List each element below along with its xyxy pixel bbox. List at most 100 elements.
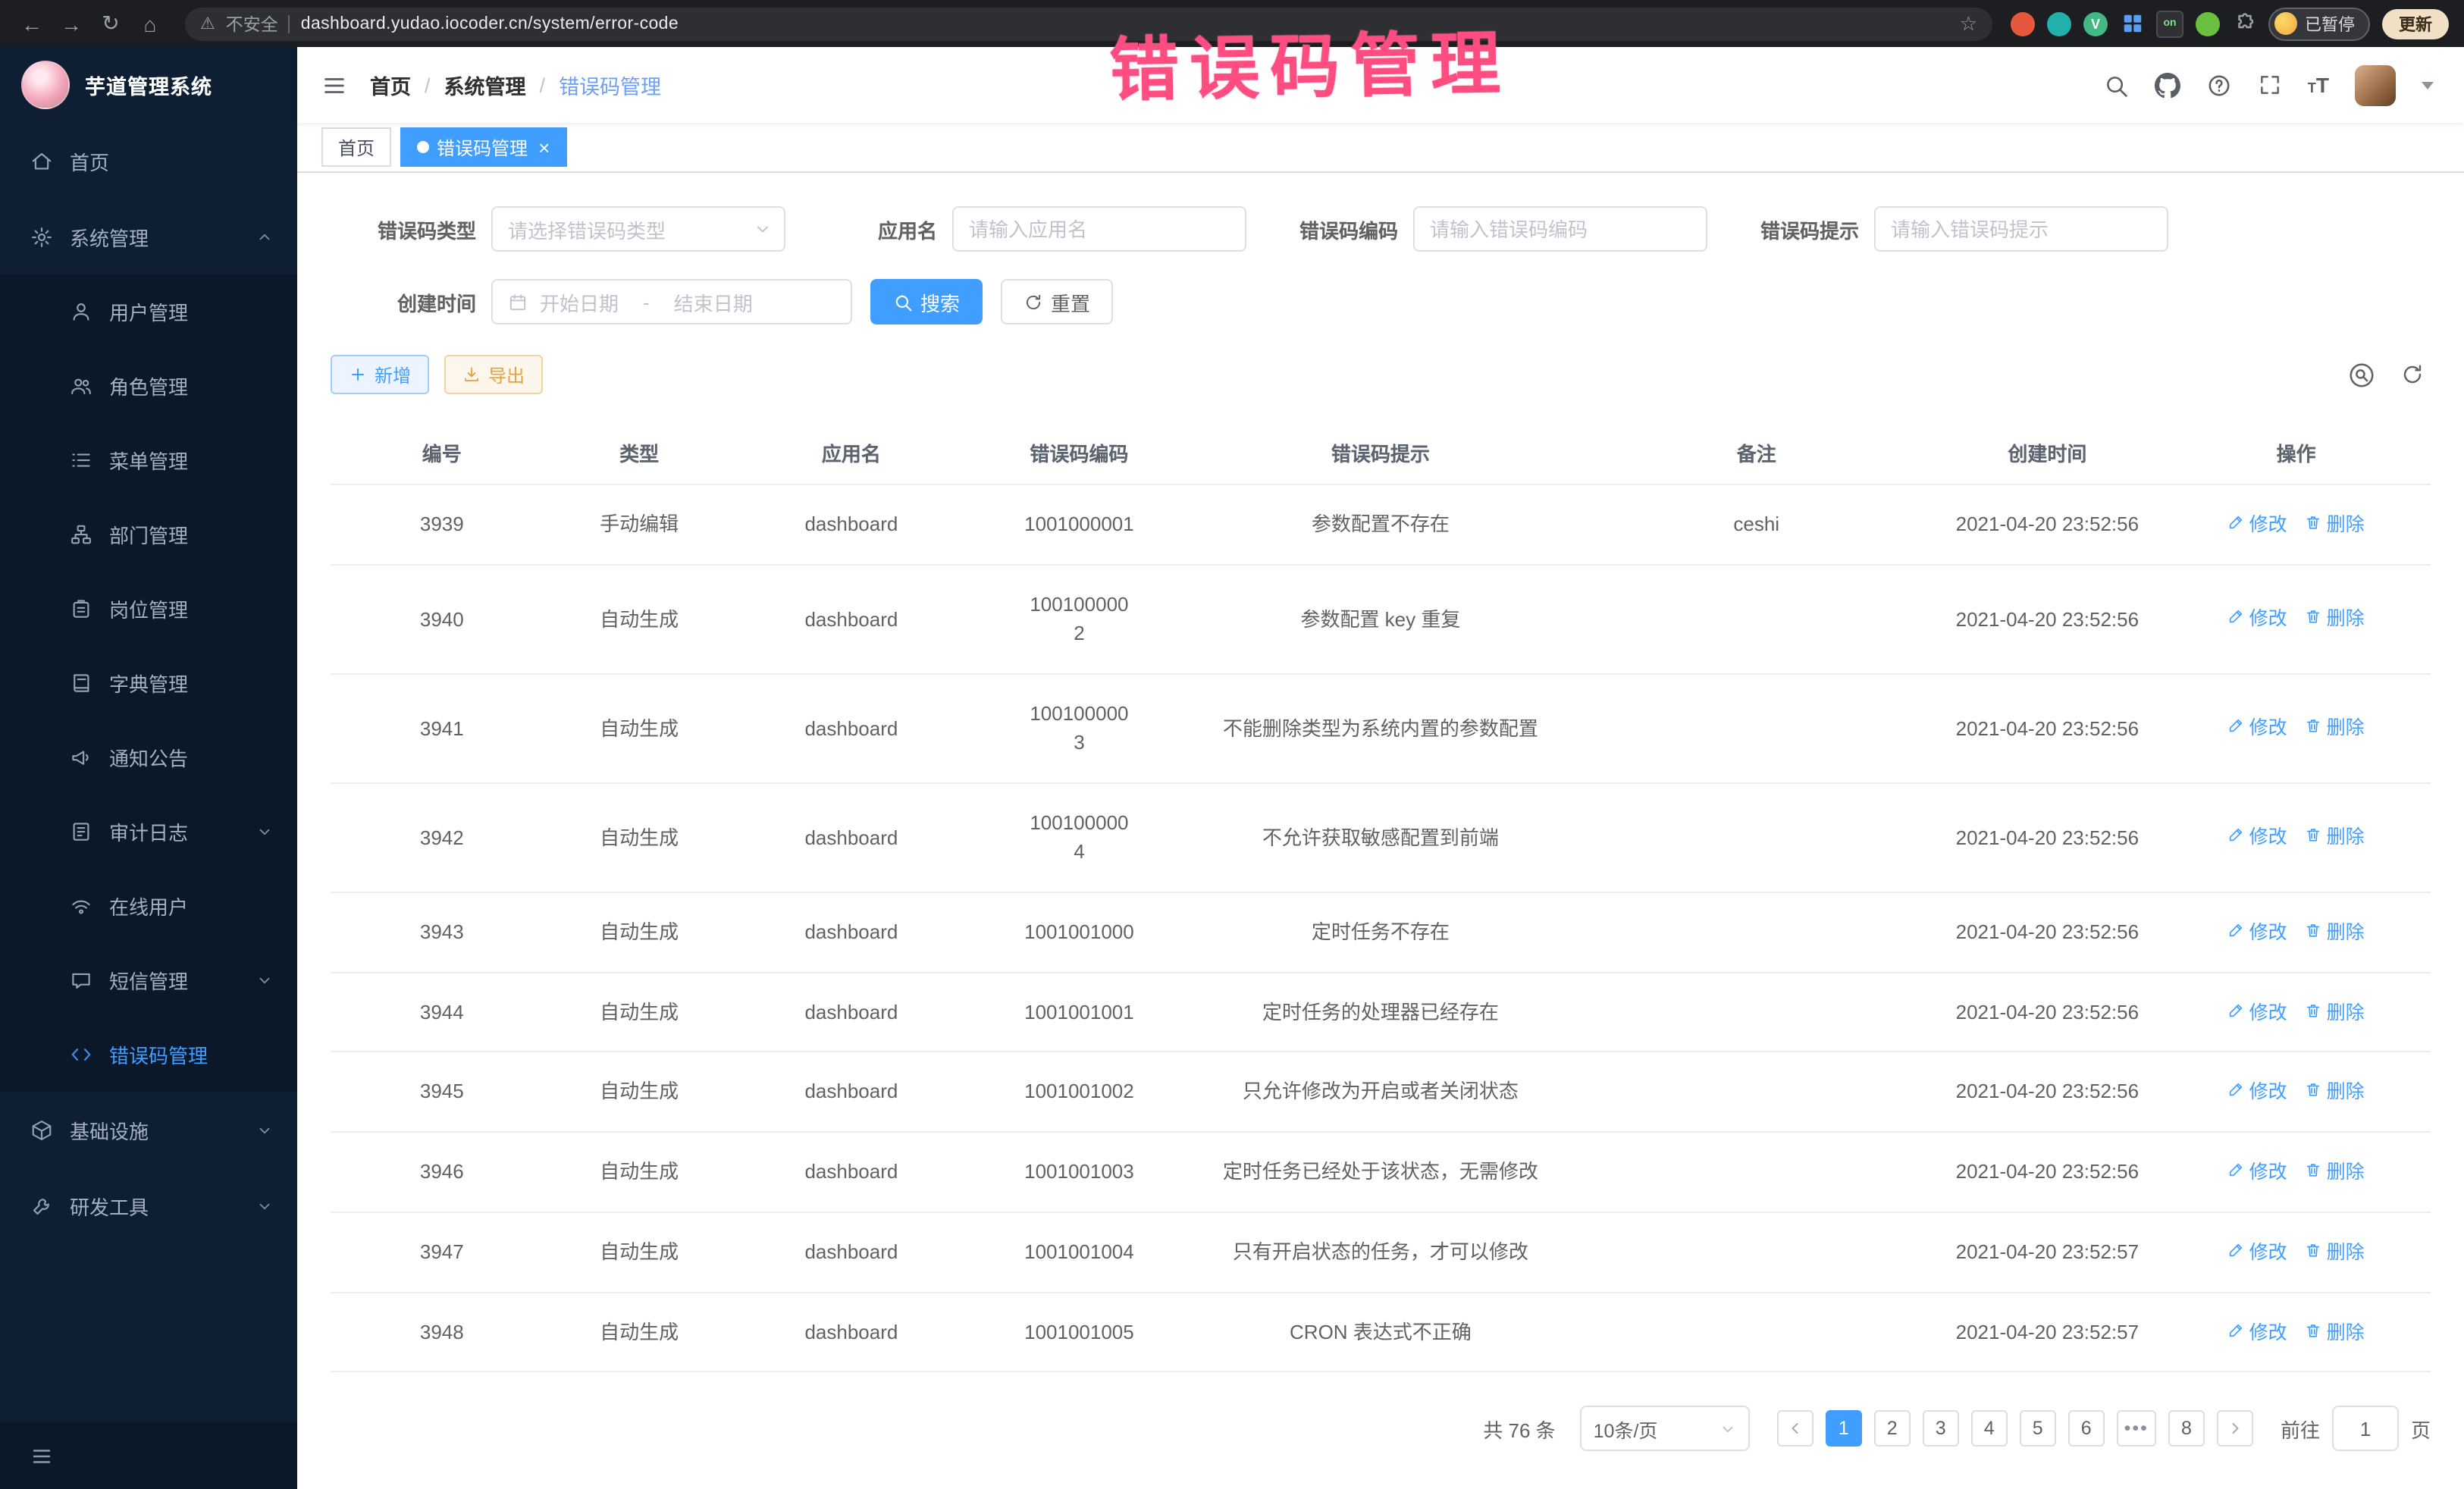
profile-chip[interactable]: 已暂停 (2268, 7, 2370, 40)
back-icon[interactable]: ← (15, 11, 49, 36)
extensions-puzzle-icon[interactable] (2232, 11, 2256, 36)
app-name-input[interactable] (952, 206, 1246, 252)
page-button-3[interactable]: 3 (1923, 1411, 1959, 1447)
sidebar-item-12[interactable]: 错误码管理 (0, 1017, 297, 1092)
cell-memo: ceshi (1580, 484, 1933, 565)
delete-link[interactable]: 删除 (2306, 1158, 2365, 1187)
breadcrumb-home[interactable]: 首页 (370, 70, 411, 100)
close-icon[interactable]: × (538, 137, 550, 157)
goto-page-input[interactable] (2332, 1406, 2399, 1452)
more-pages-button[interactable]: ••• (2117, 1411, 2156, 1447)
browser-home-icon[interactable]: ⌂ (133, 11, 167, 36)
edit-icon (2228, 998, 2245, 1027)
github-icon[interactable] (2155, 72, 2180, 98)
leaf-extension-icon[interactable] (2196, 11, 2220, 36)
bookmark-star-icon[interactable]: ☆ (1960, 11, 1977, 36)
page-button-2[interactable]: 2 (1874, 1411, 1911, 1447)
calendar-glyph-icon (508, 292, 528, 312)
edit-link[interactable]: 修改 (2228, 998, 2287, 1027)
reload-icon[interactable]: ↻ (94, 11, 127, 36)
page-button-4[interactable]: 4 (1971, 1411, 2008, 1447)
delete-link[interactable]: 删除 (2306, 511, 2365, 540)
sidebar-item-11[interactable]: 短信管理 (0, 943, 297, 1017)
column-header-0: 编号 (331, 422, 553, 484)
sidebar-item-4[interactable]: 菜单管理 (0, 423, 297, 497)
sidebar-footer[interactable] (0, 1422, 297, 1489)
browser-chrome: ← → ↻ ⌂ ⚠ 不安全 dashboard.yudao.iocoder.cn… (0, 0, 2464, 47)
delete-link[interactable]: 删除 (2306, 824, 2365, 853)
search-button[interactable]: 搜索 (870, 279, 983, 324)
cell-operations: 修改删除 (2161, 1132, 2431, 1212)
error-msg-input[interactable] (1874, 206, 2168, 252)
delete-link[interactable]: 删除 (2306, 1079, 2365, 1108)
tab-home[interactable]: 首页 (321, 127, 391, 167)
sidebar-item-13[interactable]: 基础设施 (0, 1092, 297, 1168)
date-range-picker[interactable]: 开始日期 - 结束日期 (491, 279, 852, 324)
switch-extension-icon[interactable]: on (2156, 10, 2183, 37)
cell-id: 3943 (331, 892, 553, 973)
page-button-5[interactable]: 5 (2020, 1411, 2056, 1447)
table-row: 3939手动编辑dashboard1001000001参数配置不存在ceshi2… (331, 484, 2431, 565)
next-page-button[interactable] (2217, 1411, 2253, 1447)
vue-devtools-extension-icon[interactable]: V (2083, 11, 2108, 36)
logo-row[interactable]: 芋道管理系统 (0, 47, 297, 123)
edit-link[interactable]: 修改 (2228, 606, 2287, 635)
add-button[interactable]: 新增 (331, 355, 429, 394)
delete-link[interactable]: 删除 (2306, 715, 2365, 744)
show-search-icon[interactable] (2347, 360, 2376, 389)
edit-link[interactable]: 修改 (2228, 511, 2287, 540)
page-button-6[interactable]: 6 (2068, 1411, 2105, 1447)
sidebar-item-5[interactable]: 部门管理 (0, 497, 297, 572)
edit-link[interactable]: 修改 (2228, 1079, 2287, 1108)
delete-link[interactable]: 删除 (2306, 1318, 2365, 1347)
chevron-down-icon[interactable] (2422, 81, 2434, 89)
reset-button[interactable]: 重置 (1001, 279, 1113, 324)
address-bar[interactable]: ⚠ 不安全 dashboard.yudao.iocoder.cn/system/… (185, 7, 1992, 40)
fullscreen-icon[interactable] (2258, 73, 2282, 97)
sidebar-item-2[interactable]: 用户管理 (0, 274, 297, 349)
hamburger-icon[interactable] (321, 72, 347, 98)
sidebar-item-8[interactable]: 通知公告 (0, 720, 297, 795)
font-size-icon[interactable]: TT (2308, 73, 2329, 97)
sidebar-item-9[interactable]: 审计日志 (0, 795, 297, 869)
tab-error-code[interactable]: 错误码管理 × (400, 127, 566, 167)
edit-link[interactable]: 修改 (2228, 919, 2287, 948)
delete-link[interactable]: 删除 (2306, 998, 2365, 1027)
error-type-select[interactable]: 请选择错误码类型 (491, 206, 785, 252)
page-button-1[interactable]: 1 (1826, 1411, 1862, 1447)
error-code-input[interactable] (1413, 206, 1707, 252)
breadcrumb-system[interactable]: 系统管理 (444, 70, 526, 100)
search-icon[interactable] (2103, 72, 2129, 98)
page-button-8[interactable]: 8 (2168, 1411, 2205, 1447)
sidebar-item-1[interactable]: 系统管理 (0, 199, 297, 274)
sidebar-item-7[interactable]: 字典管理 (0, 646, 297, 720)
edit-link[interactable]: 修改 (2228, 1239, 2287, 1268)
sidebar-item-0[interactable]: 首页 (0, 123, 297, 199)
sidebar-item-6[interactable]: 岗位管理 (0, 572, 297, 646)
edit-link[interactable]: 修改 (2228, 1158, 2287, 1187)
sidebar-item-3[interactable]: 角色管理 (0, 349, 297, 423)
grid-extension-icon[interactable] (2120, 11, 2144, 36)
edit-link[interactable]: 修改 (2228, 1318, 2287, 1347)
cell-operations: 修改删除 (2161, 484, 2431, 565)
user-avatar[interactable] (2355, 64, 2396, 105)
drop-extension-icon[interactable] (2047, 11, 2071, 36)
tools-icon (30, 1194, 53, 1217)
help-icon[interactable] (2206, 72, 2232, 98)
adblock-extension-icon[interactable] (2011, 11, 2035, 36)
refresh-table-icon[interactable] (2400, 362, 2425, 387)
edit-link[interactable]: 修改 (2228, 824, 2287, 853)
sidebar-item-10[interactable]: 在线用户 (0, 869, 297, 943)
delete-link[interactable]: 删除 (2306, 1239, 2365, 1268)
page-size-select[interactable]: 10条/页 (1580, 1406, 1750, 1452)
filter-label: 应用名 (792, 215, 952, 243)
delete-link[interactable]: 删除 (2306, 919, 2365, 948)
edit-link[interactable]: 修改 (2228, 715, 2287, 744)
sidebar-item-14[interactable]: 研发工具 (0, 1168, 297, 1243)
delete-link[interactable]: 删除 (2306, 606, 2365, 635)
export-button[interactable]: 导出 (444, 355, 543, 394)
forward-icon[interactable]: → (55, 11, 88, 36)
delete-icon (2306, 511, 2322, 540)
update-button[interactable]: 更新 (2382, 8, 2449, 39)
prev-page-button[interactable] (1777, 1411, 1814, 1447)
